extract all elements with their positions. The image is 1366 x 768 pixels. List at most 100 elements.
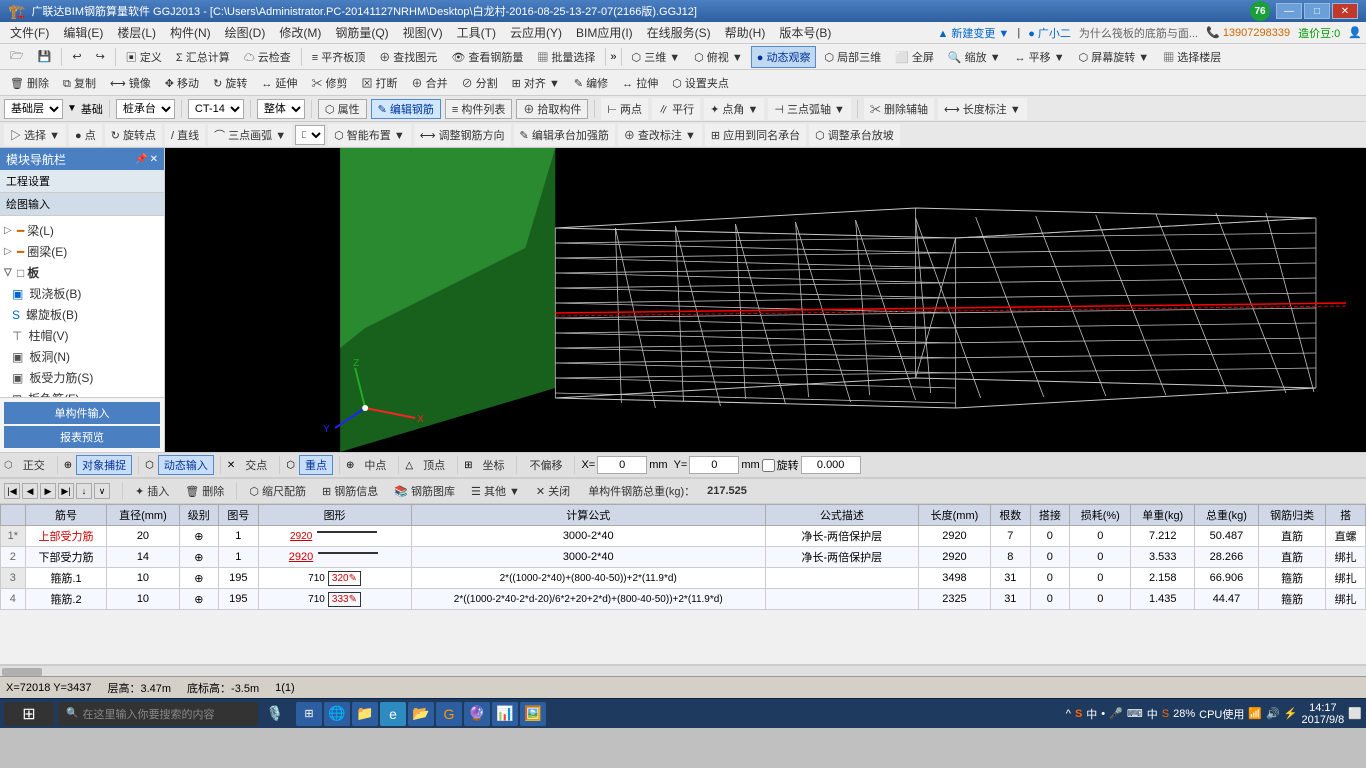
layer-select[interactable]: 基础层 — [4, 99, 63, 119]
snap-top[interactable]: 顶点 — [417, 455, 451, 475]
tb-app-folder[interactable]: 📂 — [408, 702, 434, 726]
snap-center[interactable]: 中点 — [358, 455, 392, 475]
tb-batch-select[interactable]: ▦ 批量选择 — [531, 46, 601, 68]
rotate-input[interactable] — [801, 456, 861, 474]
rotate-check[interactable] — [762, 459, 775, 472]
tb-stretch[interactable]: ↔ 拉伸 — [616, 72, 664, 94]
table-row[interactable]: 2 下部受力筋 14 ⊕ 1 2920 3000-2*40 净长-两倍保护层 2… — [1, 547, 1366, 568]
rebar-other[interactable]: ☰ 其他 ▼ — [465, 481, 526, 501]
tb-select-mode[interactable]: ▷ 选择 ▼ — [4, 124, 66, 146]
shape-box-4[interactable]: 333✎ — [328, 592, 361, 607]
tb-align[interactable]: ⊞ 对齐 ▼ — [506, 72, 566, 94]
menu-service[interactable]: 在线服务(S) — [641, 22, 717, 43]
menu-help[interactable]: 帮助(H) — [719, 22, 772, 43]
component-select[interactable]: 桩承台 — [116, 99, 175, 119]
rebar-library[interactable]: 📚 钢筋图库 — [388, 481, 461, 501]
menu-bim[interactable]: BIM应用(I) — [570, 22, 639, 43]
tb-view-rebar[interactable]: 👁 查看钢筋量 — [445, 46, 529, 68]
tb-level-slab[interactable]: ≡ 平齐板顶 — [306, 46, 371, 68]
tray-mic[interactable]: 🎤 — [1109, 707, 1123, 720]
rebar-insert[interactable]: ✦ 插入 — [129, 481, 175, 501]
tb-pick-comp[interactable]: ⊕ 拾取构件 — [516, 99, 588, 119]
shape-select[interactable]: □ — [295, 125, 325, 145]
tb-zoom[interactable]: 🔍 缩放 ▼ — [942, 46, 1007, 68]
start-button[interactable]: ⊞ — [4, 702, 54, 726]
tb-line[interactable]: / 直线 — [165, 124, 205, 146]
subcomp-select[interactable]: CT-14 — [188, 99, 244, 119]
tb-parallel[interactable]: ∥ 平行 — [652, 98, 700, 120]
tb-app-media[interactable]: G — [436, 702, 462, 726]
rebar-delete[interactable]: 🗑 删除 — [179, 481, 230, 501]
tb-point[interactable]: ● 点 — [69, 124, 102, 146]
close-btn[interactable]: ✕ — [1332, 3, 1358, 19]
notification-btn[interactable]: ⬜ — [1348, 707, 1362, 720]
single-comp-btn[interactable]: 单构件输入 — [4, 402, 160, 424]
tb-length-mark[interactable]: ⟷ 长度标注 ▼ — [938, 98, 1027, 120]
table-row[interactable]: 3 箍筋.1 10 ⊕ 195 710 320✎ 2*((1000-2*40)+… — [1, 568, 1366, 589]
tb-app-calc[interactable]: 📊 — [492, 702, 518, 726]
section-draw[interactable]: 绘图输入 — [0, 193, 164, 216]
tb-break[interactable]: ⊠ 打断 — [355, 72, 403, 94]
section-project[interactable]: 工程设置 — [0, 170, 164, 193]
tb-edit-rebar[interactable]: ✎ 编辑钢筋 — [371, 99, 441, 119]
tb-delete[interactable]: 🗑 删除 — [4, 72, 55, 94]
shape-link-1[interactable]: 2920 — [290, 531, 312, 542]
menu-floor[interactable]: 楼层(L) — [111, 22, 162, 43]
tb-screen-rotate[interactable]: ⬡ 屏幕旋转 ▼ — [1073, 46, 1156, 68]
menu-view[interactable]: 视图(V) — [397, 22, 449, 43]
tb-calc[interactable]: Σ 汇总计算 — [170, 46, 236, 68]
tray-expand[interactable]: ^ — [1066, 708, 1071, 720]
tree-spiral-slab[interactable]: S螺旋板(B) — [8, 304, 164, 325]
tb-new[interactable]: 🗁 — [4, 44, 30, 69]
network-icon[interactable]: 📶 — [1248, 707, 1262, 720]
tb-copy[interactable]: ⧉ 复制 — [57, 72, 102, 94]
tray-ime2[interactable]: 中 — [1147, 706, 1158, 722]
tb-edit[interactable]: ✎ 编修 — [568, 72, 614, 94]
tb-app-mail[interactable]: 📁 — [352, 702, 378, 726]
volume-icon[interactable]: 🔊 — [1266, 707, 1280, 720]
tree-item-ring-beam[interactable]: ▷ ━ 圈梁(E) — [0, 241, 164, 262]
tb-extend[interactable]: ↔ 延伸 — [255, 72, 303, 94]
menu-version[interactable]: 版本号(B) — [773, 22, 837, 43]
tb-3d[interactable]: ⬡ 三维 ▼ — [626, 46, 687, 68]
tb-find-elem[interactable]: ⊕ 查找图元 — [373, 46, 443, 68]
rebar-info[interactable]: ⊞ 钢筋信息 — [316, 481, 384, 501]
tb-app-g[interactable]: 🔮 — [464, 702, 490, 726]
tb-define[interactable]: ▣ 定义 — [120, 46, 168, 68]
tb-merge[interactable]: ⊕ 合并 — [406, 72, 454, 94]
rebar-close[interactable]: ✕ 关闭 — [530, 481, 576, 501]
tb-arc-axis[interactable]: ⊣ 三点弧轴 ▼ — [768, 98, 851, 120]
tb-view-top[interactable]: ⬡ 俯视 ▼ — [688, 46, 749, 68]
tb-arc[interactable]: ⌒ 三点画弧 ▼ — [208, 124, 292, 146]
nav-collapse[interactable]: ∨ — [94, 483, 110, 499]
nav-last[interactable]: ▶| — [58, 483, 74, 499]
tb-comp-list[interactable]: ≡ 构件列表 — [445, 99, 512, 119]
tb-grip[interactable]: ⬡ 设置夹点 — [666, 72, 735, 94]
menu-cloud[interactable]: 云应用(Y) — [504, 22, 568, 43]
tree-cast-slab[interactable]: ▣现浇板(B) — [8, 283, 164, 304]
tree-item-beam[interactable]: ▷ ━ 梁(L) — [0, 220, 164, 241]
menu-modify[interactable]: 修改(M) — [273, 22, 327, 43]
tray-kbd[interactable]: ⌨ — [1127, 707, 1143, 720]
snap-coord[interactable]: 坐标 — [476, 455, 510, 475]
menu-component[interactable]: 构件(N) — [164, 22, 217, 43]
tb-fullscreen[interactable]: ⬜ 全屏 — [889, 46, 940, 68]
tb-rotate-point[interactable]: ↻ 旋转点 — [105, 124, 162, 146]
tb-adjust-slope[interactable]: ⬡ 调整承台放坡 — [809, 124, 900, 146]
tree-group-slab[interactable]: ▽ □ 板 — [0, 262, 164, 283]
snap-midpoint[interactable]: 重点 — [299, 455, 333, 475]
tree-slab-rebar[interactable]: ▣板受力筋(S) — [8, 367, 164, 388]
tb-move[interactable]: ✥ 移动 — [159, 72, 205, 94]
table-row[interactable]: 1* 上部受力筋 20 ⊕ 1 2920 3000-2*40 净长-两倍保护层 … — [1, 526, 1366, 547]
tree-slab-hole[interactable]: ▣板洞(N) — [8, 346, 164, 367]
menu-tools[interactable]: 工具(T) — [451, 22, 502, 43]
x-input[interactable] — [597, 456, 647, 474]
maximize-btn[interactable]: □ — [1304, 3, 1330, 19]
sidebar-close[interactable]: ✕ — [150, 154, 158, 165]
tb-rotate[interactable]: ↻ 旋转 — [207, 72, 253, 94]
tb-cloud-check[interactable]: ☁ 云检查 — [238, 46, 297, 68]
rebar-table-wrapper[interactable]: 筋号 直径(mm) 级别 图号 图形 计算公式 公式描述 长度(mm) 根数 搭… — [0, 504, 1366, 664]
rebar-hscroll[interactable] — [0, 664, 1366, 676]
tree-slab-neg[interactable]: ⊞板负筋(F) — [8, 388, 164, 397]
tb-adjust-dir[interactable]: ⟷ 调整钢筋方向 — [414, 124, 511, 146]
